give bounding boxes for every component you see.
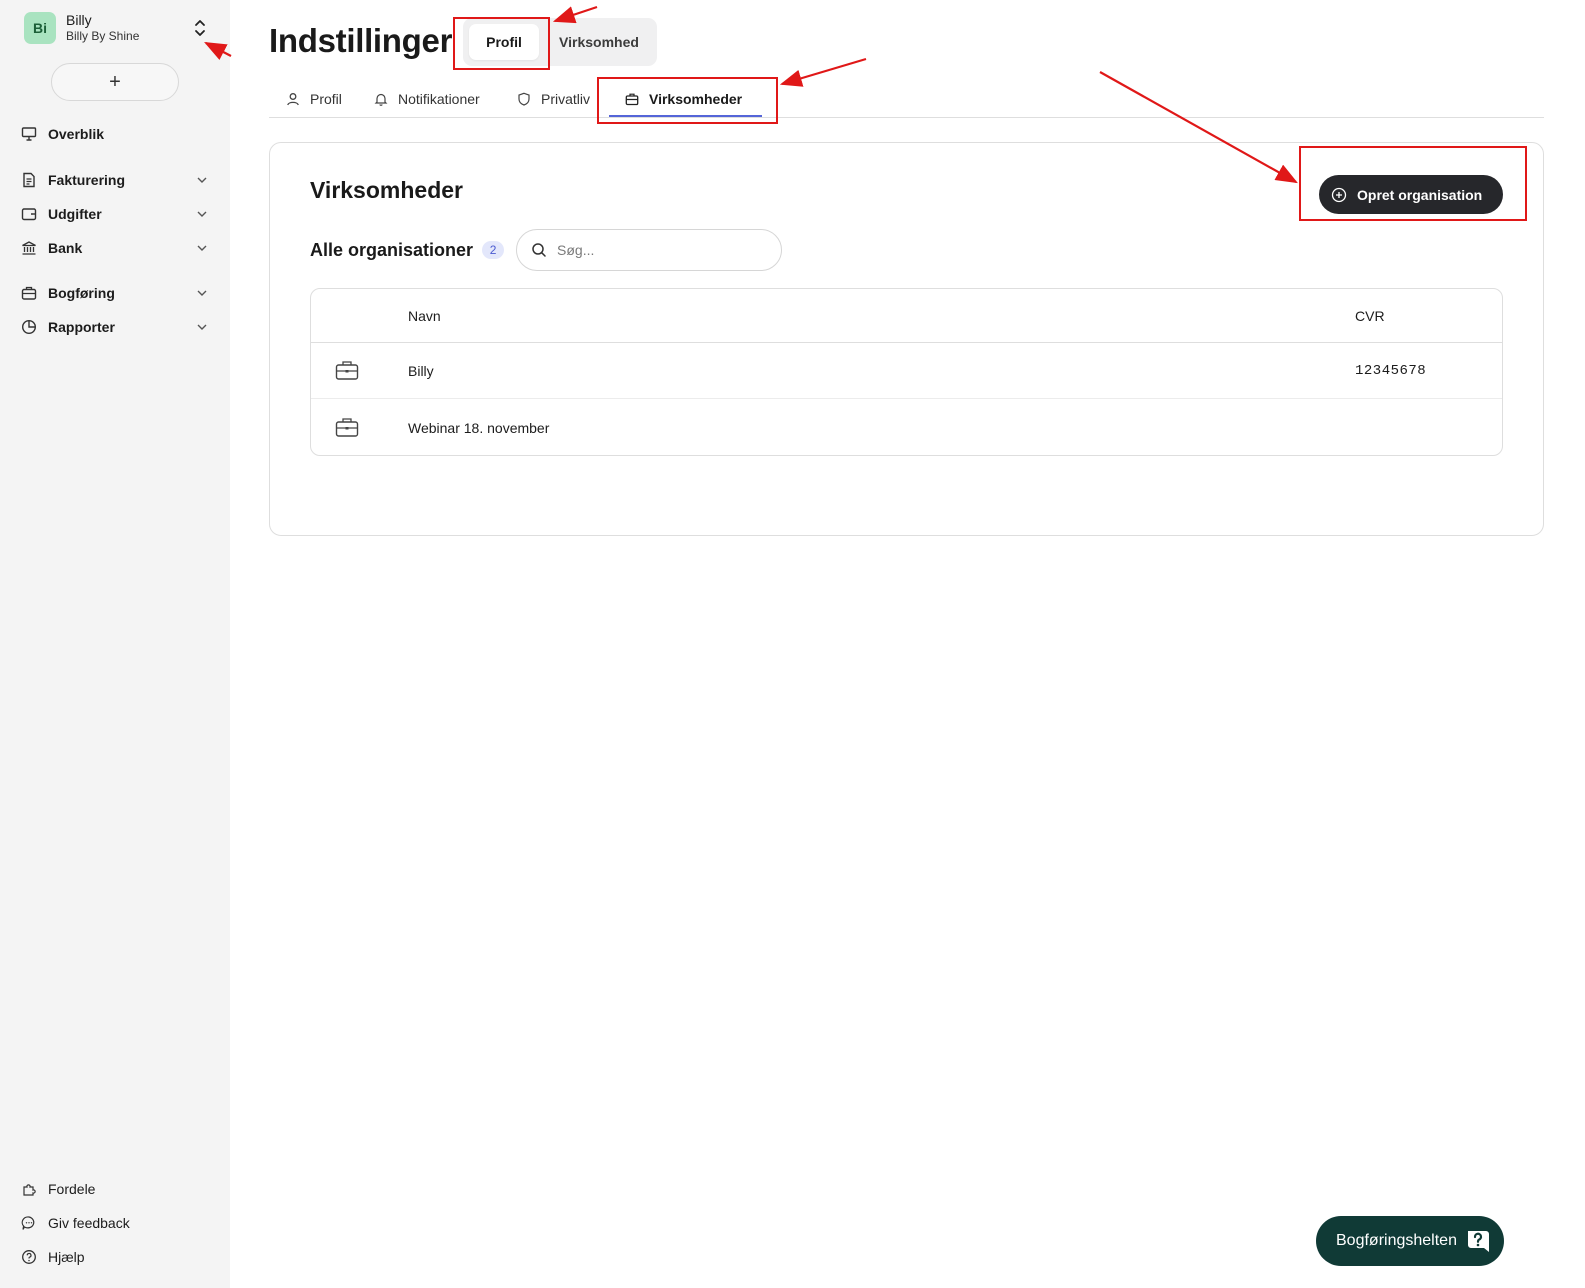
- sidebar-item-label: Giv feedback: [48, 1215, 130, 1231]
- sidebar-item-rapporter[interactable]: Rapporter: [20, 315, 212, 339]
- tab-label: Profil: [310, 91, 342, 107]
- chevron-up-down-icon[interactable]: [192, 16, 208, 40]
- sidebar-item-hjaelp[interactable]: Hjælp: [20, 1245, 212, 1269]
- sidebar-item-label: Overblik: [48, 126, 105, 142]
- sidebar-item-label: Bank: [48, 240, 83, 256]
- help-widget-button[interactable]: Bogføringshelten: [1316, 1216, 1504, 1266]
- sidebar-item-overblik[interactable]: Overblik: [20, 122, 212, 146]
- sidebar-item-label: Rapporter: [48, 319, 115, 335]
- column-header-name: Navn: [408, 308, 441, 324]
- org-row-cvr: 12345678: [1355, 363, 1427, 379]
- briefcase-icon: [20, 284, 38, 302]
- briefcase-icon: [335, 361, 359, 380]
- puzzle-icon: [20, 1180, 38, 1198]
- sidebar-item-fordele[interactable]: Fordele: [20, 1177, 212, 1201]
- sidebar-item-label: Udgifter: [48, 206, 102, 222]
- list-header: Alle organisationer 2: [310, 229, 783, 271]
- annotation-box-profil: [453, 17, 550, 70]
- sidebar: Bi Billy Billy By Shine + Overblik Faktu…: [0, 0, 230, 1288]
- org-subtitle: Billy By Shine: [66, 29, 140, 43]
- chevron-down-icon[interactable]: [196, 174, 208, 186]
- bank-icon: [20, 239, 38, 257]
- list-title: Alle organisationer: [310, 239, 474, 260]
- panel-title: Virksomheder: [310, 177, 463, 203]
- invoice-icon: [20, 171, 38, 189]
- table-row[interactable]: Webinar 18. november: [311, 400, 1502, 455]
- sidebar-item-label: Hjælp: [48, 1249, 85, 1265]
- page-title: Indstillinger: [269, 22, 453, 59]
- chevron-down-icon[interactable]: [196, 242, 208, 254]
- settings-tabs: Profil Notifikationer Privatliv Virksomh…: [269, 80, 1544, 118]
- org-avatar: Bi: [24, 12, 56, 44]
- org-switcher[interactable]: Bi Billy Billy By Shine: [24, 10, 216, 46]
- search-box[interactable]: [516, 229, 783, 271]
- chevron-down-icon[interactable]: [196, 208, 208, 220]
- sidebar-item-bogforing[interactable]: Bogføring: [20, 281, 212, 305]
- org-row-name: Billy: [408, 363, 434, 379]
- tab-privatliv[interactable]: Privatliv: [517, 80, 590, 118]
- org-name: Billy: [66, 12, 92, 28]
- help-icon: [20, 1248, 38, 1266]
- search-input[interactable]: [557, 242, 758, 258]
- shield-icon: [517, 91, 533, 107]
- bell-icon: [374, 91, 390, 107]
- organizations-table: Navn CVR Billy 12345678 Webinar 18. nove…: [310, 288, 1503, 456]
- chat-icon: [20, 1214, 38, 1232]
- table-row[interactable]: Billy 12345678: [311, 343, 1502, 399]
- column-header-cvr: CVR: [1355, 308, 1385, 324]
- briefcase-icon: [335, 418, 359, 437]
- sidebar-item-bank[interactable]: Bank: [20, 236, 212, 260]
- help-widget-label: Bogføringshelten: [1336, 1232, 1457, 1249]
- help-chat-icon: [1468, 1231, 1489, 1252]
- user-icon: [286, 91, 302, 107]
- chevron-down-icon[interactable]: [196, 321, 208, 333]
- segment-virksomhed[interactable]: Virksomhed: [549, 24, 649, 60]
- sidebar-item-label: Bogføring: [48, 285, 115, 301]
- search-icon: [532, 243, 546, 257]
- presentation-icon: [20, 125, 38, 143]
- org-row-name: Webinar 18. november: [408, 420, 550, 436]
- annotation-box-create: [1299, 146, 1527, 221]
- tab-notifikationer[interactable]: Notifikationer: [374, 80, 480, 118]
- annotation-box-virksomheder: [597, 77, 778, 124]
- wallet-icon: [20, 205, 38, 223]
- add-button[interactable]: +: [51, 63, 179, 101]
- sidebar-item-feedback[interactable]: Giv feedback: [20, 1211, 212, 1235]
- sidebar-item-label: Fordele: [48, 1181, 96, 1197]
- table-header: Navn CVR: [311, 289, 1502, 343]
- sidebar-item-fakturering[interactable]: Fakturering: [20, 168, 212, 192]
- chevron-down-icon[interactable]: [196, 287, 208, 299]
- count-badge: 2: [482, 241, 505, 259]
- pie-chart-icon: [20, 318, 38, 336]
- sidebar-item-label: Fakturering: [48, 172, 126, 188]
- sidebar-item-udgifter[interactable]: Udgifter: [20, 202, 212, 226]
- tab-profil[interactable]: Profil: [286, 80, 342, 118]
- tab-label: Privatliv: [541, 91, 591, 107]
- tab-label: Notifikationer: [398, 91, 480, 107]
